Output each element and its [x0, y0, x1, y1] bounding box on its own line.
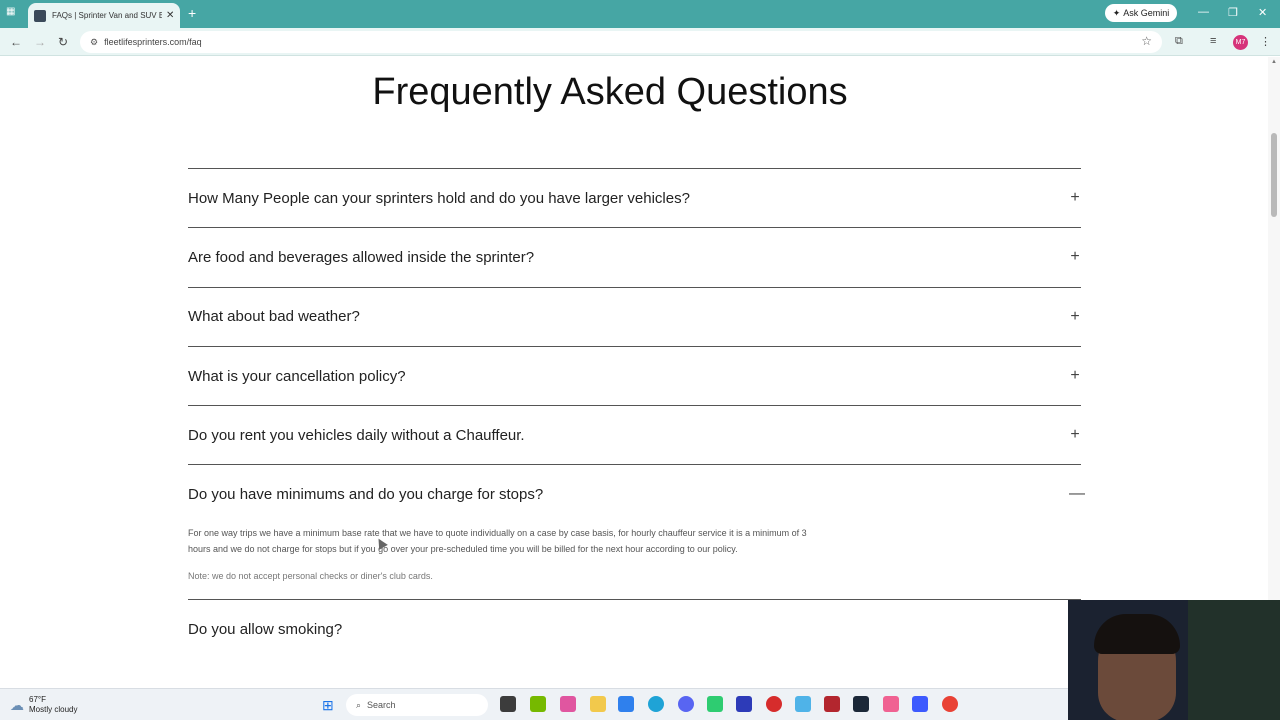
plus-icon[interactable]: +	[1069, 367, 1081, 385]
terminal-icon[interactable]	[500, 696, 516, 712]
page-content: Frequently Asked Questions How Many Peop…	[0, 57, 1268, 688]
browser-tab[interactable]: FAQs | Sprinter Van and SUV Bl... ✕	[28, 3, 180, 28]
profile-avatar[interactable]: M7	[1233, 35, 1248, 50]
bookmark-star-icon[interactable]: ☆	[1141, 34, 1152, 48]
faq-note: Note: we do not accept personal checks o…	[188, 571, 433, 582]
temperature: 67°F	[29, 695, 46, 704]
minimize-button[interactable]: —	[1198, 6, 1209, 18]
faq-question: Do you allow smoking?	[188, 621, 343, 639]
faq-item[interactable]: Are food and beverages allowed inside th…	[188, 227, 1081, 286]
cloud-icon: ☁	[10, 696, 24, 713]
search-icon: ⌕	[356, 699, 362, 710]
f-app-icon[interactable]	[795, 696, 811, 712]
tab-close-icon[interactable]: ✕	[166, 10, 174, 21]
ask-gemini-label: Ask Gemini	[1123, 8, 1170, 18]
edge-icon[interactable]	[648, 696, 664, 712]
page-title: Frequently Asked Questions	[372, 71, 848, 113]
forward-icon[interactable]: →	[34, 35, 46, 49]
url-text: fleetlifesprinters.com/faq	[104, 37, 202, 47]
faq-question: What about bad weather?	[188, 308, 360, 326]
faq-item[interactable]: Do you rent you vehicles daily without a…	[188, 405, 1081, 464]
webcam-overlay	[1068, 600, 1280, 720]
search-placeholder: Search	[367, 700, 396, 710]
webcam-person-hair	[1094, 614, 1180, 654]
mail-icon[interactable]	[618, 696, 634, 712]
file-explorer-icon[interactable]	[590, 696, 606, 712]
minus-icon[interactable]: —	[1069, 485, 1085, 503]
plus-icon[interactable]: +	[1069, 248, 1081, 266]
ask-gemini-button[interactable]: ✦ Ask Gemini	[1105, 4, 1177, 22]
page-scrollbar[interactable]: ▲	[1268, 57, 1280, 688]
site-favicon-icon	[34, 9, 46, 22]
scroll-up-icon[interactable]: ▲	[1271, 59, 1277, 65]
discord-icon[interactable]	[678, 696, 694, 712]
app-icon[interactable]	[707, 696, 723, 712]
plus-icon[interactable]: +	[1069, 189, 1081, 207]
faq-item[interactable]: Do you allow smoking?	[188, 599, 1081, 658]
tab-search-icon[interactable]: ▦	[6, 6, 22, 20]
faq-question: Are food and beverages allowed inside th…	[188, 248, 535, 266]
site-info-icon[interactable]: ⚙	[90, 37, 98, 48]
browser-toolbar: ← → ↻ ⚙ fleetlifesprinters.com/faq ☆ ⧉ ≡…	[0, 28, 1280, 56]
faq-question: Do you rent you vehicles daily without a…	[188, 426, 525, 444]
weather-condition: Mostly cloudy	[29, 705, 78, 714]
faq-question: Do you have minimums and do you charge f…	[188, 485, 544, 503]
faq-answer: For one way trips we have a minimum base…	[188, 528, 807, 555]
plus-icon[interactable]: +	[1069, 308, 1081, 326]
extensions-icon[interactable]: ⧉	[1175, 35, 1183, 48]
playstation-icon[interactable]	[736, 696, 752, 712]
faq-question: How Many People can your sprinters hold …	[188, 189, 690, 207]
nvidia-icon[interactable]	[530, 696, 546, 712]
webcam-background	[1188, 600, 1280, 720]
back-icon[interactable]: ←	[10, 35, 22, 49]
chrome-icon[interactable]	[942, 696, 958, 712]
faq-item[interactable]: How Many People can your sprinters hold …	[188, 168, 1081, 227]
faq-question: What is your cancellation policy?	[188, 367, 406, 385]
tab-title: FAQs | Sprinter Van and SUV Bl...	[52, 11, 162, 20]
itunes-icon[interactable]	[883, 696, 899, 712]
steam-icon[interactable]	[853, 696, 869, 712]
browser-tab-strip: ▦ FAQs | Sprinter Van and SUV Bl... ✕ + …	[0, 0, 1280, 28]
faq-item[interactable]: What about bad weather? +	[188, 286, 1081, 346]
new-tab-button[interactable]: +	[188, 5, 196, 21]
windows-start-icon[interactable]: ⊞	[322, 697, 334, 714]
weather-widget[interactable]: ☁ 67°F Mostly cloudy	[10, 695, 77, 715]
address-bar[interactable]: ⚙ fleetlifesprinters.com/faq ☆	[80, 31, 1162, 53]
close-window-button[interactable]: ✕	[1258, 6, 1267, 19]
app-icon-2[interactable]	[912, 696, 928, 712]
faq-item[interactable]: What is your cancellation policy? +	[188, 345, 1081, 405]
gemini-icon: ✦	[1112, 7, 1121, 18]
opera-icon[interactable]	[766, 696, 782, 712]
media-controls-icon[interactable]: ≡	[1210, 35, 1216, 47]
reload-icon[interactable]: ↻	[58, 35, 68, 49]
restore-button[interactable]: ❐	[1228, 6, 1238, 19]
a-app-icon[interactable]	[824, 696, 840, 712]
taskbar-search[interactable]: ⌕ Search	[346, 694, 488, 716]
faq-list: How Many People can your sprinters hold …	[188, 168, 1085, 659]
scrollbar-thumb[interactable]	[1271, 133, 1277, 217]
faq-item-expanded[interactable]: Do you have minimums and do you charge f…	[188, 464, 1085, 599]
copilot-icon[interactable]	[560, 696, 576, 712]
plus-icon[interactable]: +	[1069, 426, 1081, 444]
menu-icon[interactable]: ⋮	[1260, 35, 1271, 48]
